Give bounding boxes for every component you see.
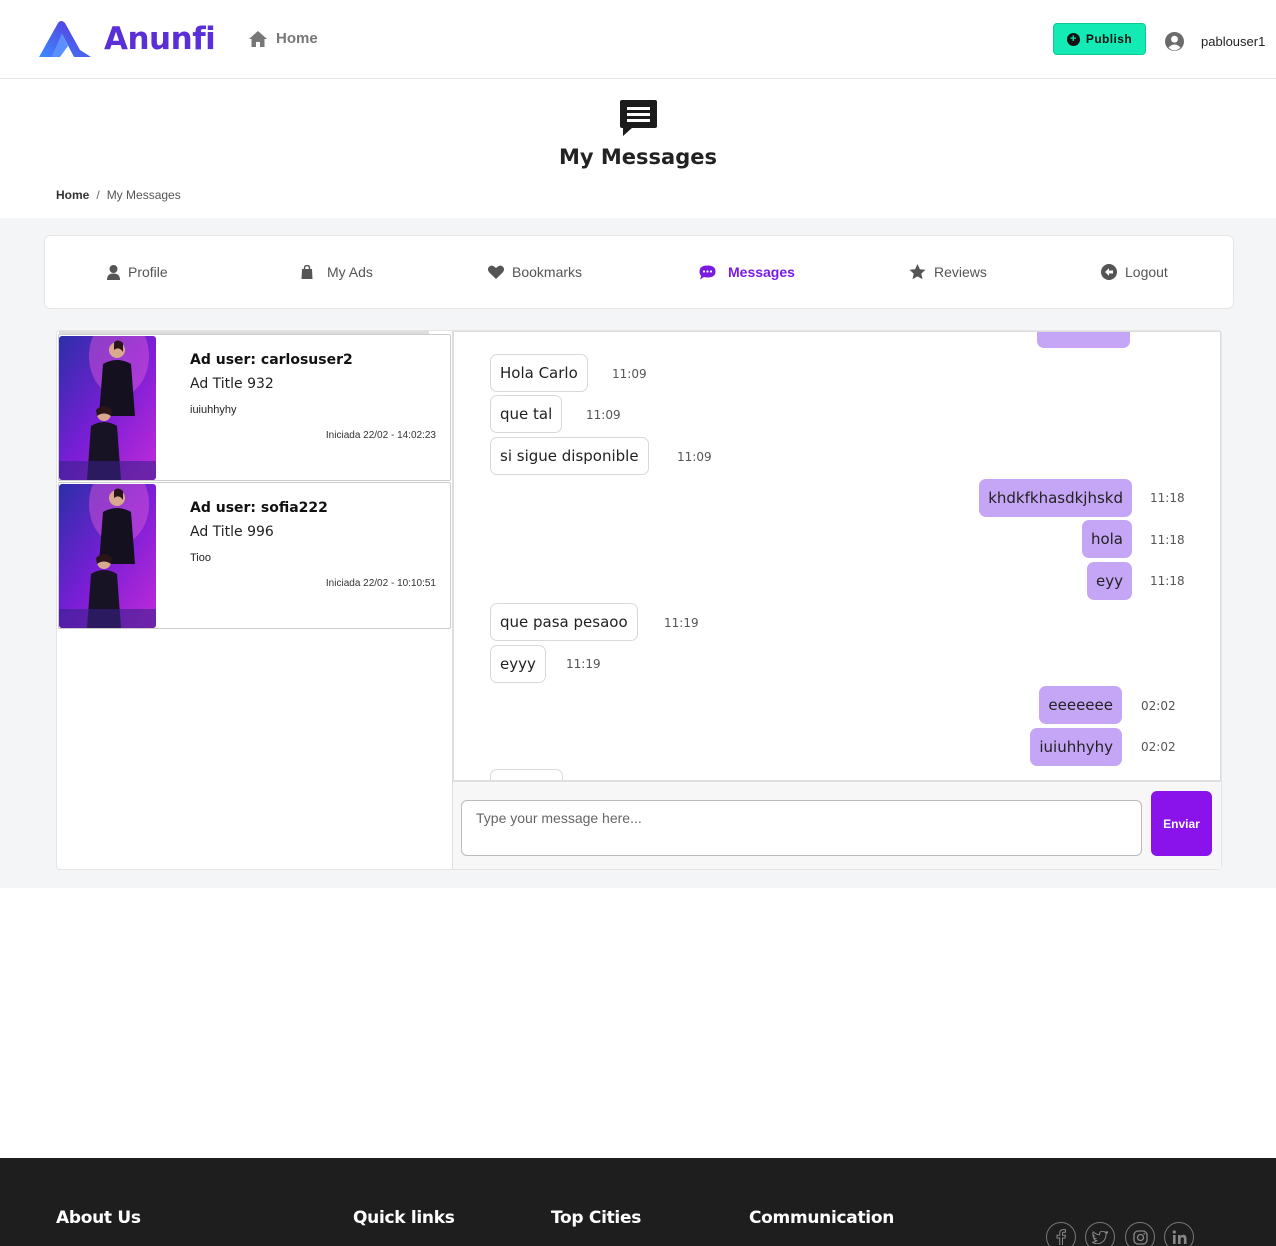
user-circle-icon[interactable] <box>1165 32 1184 51</box>
message-bubble-outgoing: eeeeeee <box>1039 686 1122 724</box>
breadcrumb-separator: / <box>96 188 100 202</box>
message-time: 11:09 <box>586 408 621 422</box>
nav-home-link[interactable]: Home <box>249 30 318 47</box>
tab-label: Logout <box>1125 264 1168 280</box>
footer-heading-quick-links: Quick links <box>353 1208 455 1228</box>
message-input[interactable] <box>461 800 1142 856</box>
breadcrumb-home[interactable]: Home <box>56 188 89 202</box>
message-bubble-outgoing: iuiuhhyhy <box>1030 728 1122 766</box>
instagram-icon[interactable] <box>1125 1222 1155 1246</box>
tab-messages[interactable]: Messages <box>699 236 795 308</box>
tab-reviews[interactable]: Reviews <box>909 236 987 308</box>
message-bubble-incoming: que pasa pesaoo <box>490 603 638 641</box>
conversation-ad-title: Ad Title 996 <box>190 524 274 540</box>
site-header: Anunfi Home + Publish pablouser1 <box>0 0 1276 79</box>
message-bubble-outgoing: hola <box>1081 520 1132 558</box>
conversation-ad-title: Ad Title 932 <box>190 376 274 392</box>
tab-logout[interactable]: Logout <box>1101 236 1168 308</box>
tab-profile[interactable]: Profile <box>107 236 168 308</box>
message-time: 11:19 <box>664 616 699 630</box>
conversation-user: Ad user: sofia222 <box>190 500 328 516</box>
conversation-start-date: Iniciada 22/02 - 14:02:23 <box>325 430 436 441</box>
heart-icon <box>488 265 504 279</box>
tab-my-ads[interactable]: My Ads <box>301 236 373 308</box>
message-bubble-outgoing: eyy <box>1087 562 1132 600</box>
page-title: My Messages <box>559 145 717 169</box>
message-time: 02:02 <box>1141 740 1176 754</box>
messages-panel: Ad user: carlosuser2 Ad Title 932 iuiuhh… <box>56 330 1222 870</box>
message-square-icon <box>620 100 657 136</box>
message-bubble-incoming: eyyy <box>490 645 546 683</box>
user-icon <box>107 264 120 280</box>
message-time: 02:02 <box>1141 699 1176 713</box>
message-bubble-partial <box>1037 332 1130 348</box>
message-time: 11:09 <box>677 450 712 464</box>
conversation-item[interactable]: Ad user: sofia222 Ad Title 996 Tioo Inic… <box>58 482 451 629</box>
site-footer: About Us Quick links Top Cities Communic… <box>0 1158 1276 1246</box>
breadcrumb: Home / My Messages <box>56 188 181 202</box>
logo-text: Anunfi <box>104 21 216 57</box>
ad-thumbnail <box>59 484 156 628</box>
message-bubble-outgoing: khdkfkhasdkjhskd <box>979 479 1132 517</box>
conversation-list[interactable]: Ad user: carlosuser2 Ad Title 932 iuiuhh… <box>57 331 453 869</box>
ad-thumbnail <box>59 336 156 480</box>
send-button[interactable]: Enviar <box>1151 791 1212 856</box>
conversation-last-message: iuiuhhyhy <box>190 404 237 416</box>
tab-label: My Ads <box>327 264 373 280</box>
nav-home-label: Home <box>276 30 318 47</box>
linkedin-icon[interactable] <box>1164 1222 1194 1246</box>
conversation-user: Ad user: carlosuser2 <box>190 352 353 368</box>
conversation-item[interactable]: Ad user: carlosuser2 Ad Title 932 iuiuhh… <box>58 334 451 481</box>
breadcrumb-current: My Messages <box>106 188 181 202</box>
tab-label: Messages <box>728 264 795 280</box>
message-time: 11:09 <box>612 367 647 381</box>
footer-heading-top-cities: Top Cities <box>551 1208 642 1228</box>
twitter-icon[interactable] <box>1085 1222 1115 1246</box>
account-tabs: Profile My Ads Bookmarks Messages Review… <box>44 235 1234 309</box>
plus-circle-icon: + <box>1066 32 1080 46</box>
publish-label: Publish <box>1085 32 1133 46</box>
message-time: 11:19 <box>566 657 601 671</box>
message-bubble-incoming: si sigue disponible <box>490 437 649 475</box>
chat-icon <box>699 265 716 279</box>
footer-heading-about: About Us <box>56 1208 141 1228</box>
tab-label: Reviews <box>934 264 987 280</box>
username[interactable]: pablouser1 <box>1201 34 1265 49</box>
tab-label: Bookmarks <box>512 264 583 280</box>
tab-label: Profile <box>128 264 168 280</box>
tab-bookmarks[interactable]: Bookmarks <box>488 236 582 308</box>
star-icon <box>909 264 926 280</box>
message-time: 11:18 <box>1150 491 1185 505</box>
footer-heading-communication: Communication <box>749 1208 894 1228</box>
conversation-start-date: Iniciada 22/02 - 10:10:51 <box>325 578 436 589</box>
bag-icon <box>301 265 313 279</box>
logo-mark-icon <box>39 21 91 57</box>
message-bubble-incoming: que tal <box>490 395 563 433</box>
logout-icon <box>1101 264 1117 280</box>
message-time: 11:18 <box>1150 533 1185 547</box>
conversation-last-message: Tioo <box>190 552 211 564</box>
chat-history[interactable]: Hola Carlo 11:09 que tal 11:09 si sigue … <box>453 331 1221 781</box>
site-logo[interactable]: Anunfi <box>38 20 216 58</box>
message-bubble-incoming: Hola Carlo <box>490 354 588 392</box>
home-icon <box>249 30 267 47</box>
publish-button[interactable]: + Publish <box>1053 23 1146 55</box>
facebook-icon[interactable] <box>1046 1222 1076 1246</box>
message-bubble-partial <box>490 769 563 780</box>
message-time: 11:18 <box>1150 574 1185 588</box>
message-composer: Enviar <box>453 781 1221 869</box>
